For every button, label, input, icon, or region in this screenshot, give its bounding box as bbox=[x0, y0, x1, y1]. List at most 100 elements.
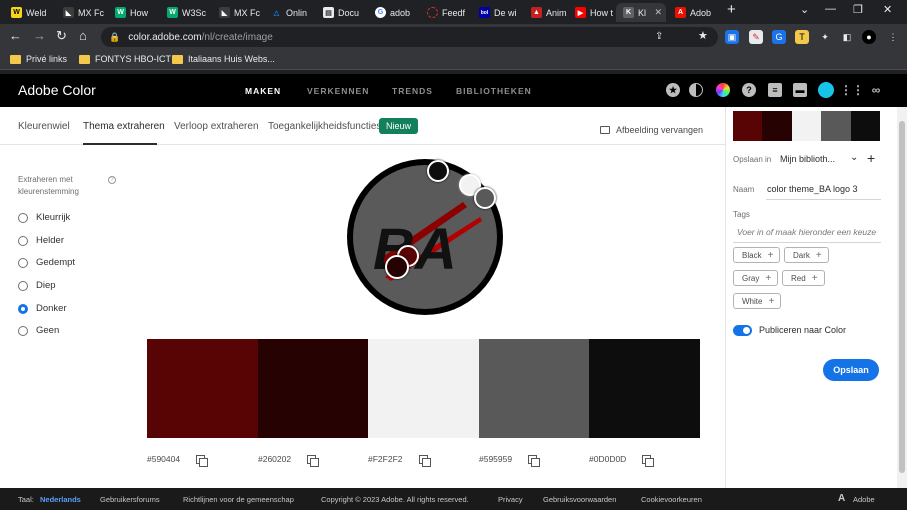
color-swatch[interactable] bbox=[147, 339, 258, 438]
color-swatch[interactable] bbox=[258, 339, 369, 438]
hex-text[interactable]: #F2F2F2 bbox=[368, 454, 403, 464]
back-icon[interactable]: ← bbox=[9, 29, 22, 43]
contrast-icon[interactable] bbox=[689, 83, 703, 97]
close-window-icon[interactable]: ✕ bbox=[883, 3, 892, 16]
footer-link[interactable]: Gebruiksvoorwaarden bbox=[543, 495, 616, 504]
color-wheel-icon[interactable] bbox=[716, 83, 730, 97]
extension-icon[interactable]: T bbox=[795, 30, 809, 44]
browser-tab[interactable]: bol De wi bbox=[472, 3, 524, 22]
name-input[interactable]: color theme_BA logo 3 bbox=[767, 184, 858, 194]
hex-text[interactable]: #590404 bbox=[147, 454, 180, 464]
home-icon[interactable]: ⌂ bbox=[79, 29, 87, 43]
tag-chip[interactable]: White + bbox=[733, 293, 782, 309]
radio-checked-icon[interactable] bbox=[18, 303, 28, 314]
creative-cloud-icon[interactable]: ∞ bbox=[869, 83, 883, 97]
avatar[interactable] bbox=[818, 82, 834, 98]
tab-thema-extraheren[interactable]: Thema extraheren bbox=[83, 121, 165, 132]
library-select[interactable]: Mijn biblioth... bbox=[780, 154, 835, 164]
brand-title[interactable]: Adobe Color bbox=[18, 82, 96, 98]
browser-tab[interactable]: G adob bbox=[368, 3, 420, 22]
maximize-icon[interactable]: ❐ bbox=[853, 3, 863, 16]
scrollbar[interactable] bbox=[897, 107, 907, 488]
tab-kleurenwiel[interactable]: Kleurenwiel bbox=[18, 121, 70, 132]
nav-maken[interactable]: MAKEN bbox=[245, 86, 281, 96]
address-bar[interactable]: 🔒 color.adobe.com/nl/create/image bbox=[101, 27, 718, 47]
browser-tab[interactable]: ▤ Docu bbox=[316, 3, 368, 22]
extension-icon[interactable]: G bbox=[772, 30, 786, 44]
color-picker-handle[interactable] bbox=[474, 187, 496, 209]
publish-toggle[interactable] bbox=[733, 325, 752, 336]
tag-chip[interactable]: Gray + bbox=[733, 270, 779, 286]
hex-text[interactable]: #0D0D0D bbox=[589, 454, 626, 464]
bookmark-star-icon[interactable]: ★ bbox=[698, 29, 708, 43]
color-swatch[interactable] bbox=[368, 339, 479, 438]
bookmark-folder[interactable]: Privé links bbox=[10, 54, 67, 64]
scrollbar-thumb[interactable] bbox=[899, 121, 905, 473]
color-swatch[interactable] bbox=[479, 339, 590, 438]
tab-toegankelijkheidsfuncties[interactable]: Toegankelijkheidsfuncties bbox=[268, 121, 381, 132]
messages-icon[interactable]: ▬ bbox=[793, 83, 807, 97]
footer-link[interactable]: Privacy bbox=[498, 495, 523, 504]
nav-bibliotheken[interactable]: BIBLIOTHEKEN bbox=[456, 86, 532, 96]
mood-option-helder[interactable]: Helder bbox=[18, 235, 64, 246]
source-image[interactable]: BA bbox=[345, 157, 505, 317]
tag-chip[interactable]: Black + bbox=[733, 247, 781, 263]
mood-option-donker[interactable]: Donker bbox=[18, 303, 67, 314]
tags-input[interactable]: Voer in of maak hieronder een keuze bbox=[733, 225, 881, 243]
star-icon[interactable]: ★ bbox=[666, 83, 680, 97]
apps-grid-icon[interactable]: ⋮⋮ bbox=[840, 83, 864, 97]
browser-tab[interactable]: ▲ Anim bbox=[524, 3, 568, 22]
copy-icon[interactable] bbox=[642, 454, 655, 467]
info-icon[interactable]: ? bbox=[108, 176, 116, 184]
tag-chip[interactable]: Red + bbox=[782, 270, 825, 286]
forward-icon[interactable]: → bbox=[33, 29, 46, 43]
nav-verkennen[interactable]: VERKENNEN bbox=[307, 86, 369, 96]
browser-tab[interactable]: ◣ MX Fc bbox=[212, 3, 264, 22]
bookmark-folder[interactable]: Italiaans Huis Webs... bbox=[172, 54, 275, 64]
puzzle-icon[interactable]: ✦ bbox=[818, 30, 832, 44]
color-picker-handle[interactable] bbox=[385, 255, 409, 279]
mood-option-kleurrijk[interactable]: Kleurrijk bbox=[18, 212, 70, 223]
footer-link[interactable]: Richtlijnen voor de gemeenschap bbox=[183, 495, 294, 504]
tab-search-icon[interactable]: ⌄ bbox=[800, 3, 809, 16]
chevron-down-icon[interactable]: ⌄ bbox=[850, 152, 858, 163]
copy-icon[interactable] bbox=[528, 454, 541, 467]
radio-icon[interactable] bbox=[18, 235, 28, 246]
close-tab-icon[interactable]: ✕ bbox=[654, 7, 662, 18]
copy-icon[interactable] bbox=[418, 454, 431, 467]
radio-icon[interactable] bbox=[18, 257, 28, 268]
copy-icon[interactable] bbox=[307, 454, 320, 467]
browser-tab[interactable]: A Adob bbox=[668, 3, 720, 22]
help-icon[interactable]: ? bbox=[742, 83, 756, 97]
browser-tab-active[interactable]: K Kl ✕ bbox=[616, 3, 666, 22]
radio-icon[interactable] bbox=[18, 325, 28, 336]
browser-tab[interactable]: ◣ MX Fc bbox=[56, 3, 108, 22]
browser-tab[interactable]: ▶ How t bbox=[568, 3, 616, 22]
browser-tab[interactable]: W Weld bbox=[4, 3, 56, 22]
radio-icon[interactable] bbox=[18, 280, 28, 291]
browser-tab[interactable]: △ Onlin bbox=[264, 3, 316, 22]
mood-option-gedempt[interactable]: Gedempt bbox=[18, 257, 75, 268]
bookmark-folder[interactable]: FONTYS HBO-ICT bbox=[79, 54, 171, 64]
avatar[interactable]: ● bbox=[862, 30, 876, 44]
color-picker-handle[interactable] bbox=[427, 160, 449, 182]
nav-trends[interactable]: TRENDS bbox=[392, 86, 433, 96]
tag-chip[interactable]: Dark + bbox=[784, 247, 829, 263]
tab-verloop-extraheren[interactable]: Verloop extraheren bbox=[174, 121, 259, 132]
extension-icon[interactable]: ✎ bbox=[749, 30, 763, 44]
browser-tab[interactable]: W How bbox=[108, 3, 160, 22]
mood-option-diep[interactable]: Diep bbox=[18, 280, 56, 291]
footer-link[interactable]: Cookievoorkeuren bbox=[641, 495, 702, 504]
new-tab-icon[interactable]: + bbox=[727, 1, 736, 18]
footer-link[interactable]: Gebruikersforums bbox=[100, 495, 160, 504]
menu-icon[interactable]: ⋮ bbox=[886, 30, 900, 44]
notifications-icon[interactable]: ≡ bbox=[768, 83, 782, 97]
add-library-icon[interactable]: + bbox=[867, 150, 875, 166]
extension-icon[interactable]: ▣ bbox=[725, 30, 739, 44]
save-button[interactable]: Opslaan bbox=[823, 359, 879, 381]
hex-text[interactable]: #595959 bbox=[479, 454, 512, 464]
browser-tab[interactable]: W W3Sc bbox=[160, 3, 212, 22]
sidebar-icon[interactable]: ◧ bbox=[840, 30, 854, 44]
radio-icon[interactable] bbox=[18, 212, 28, 223]
color-swatch[interactable] bbox=[589, 339, 700, 438]
